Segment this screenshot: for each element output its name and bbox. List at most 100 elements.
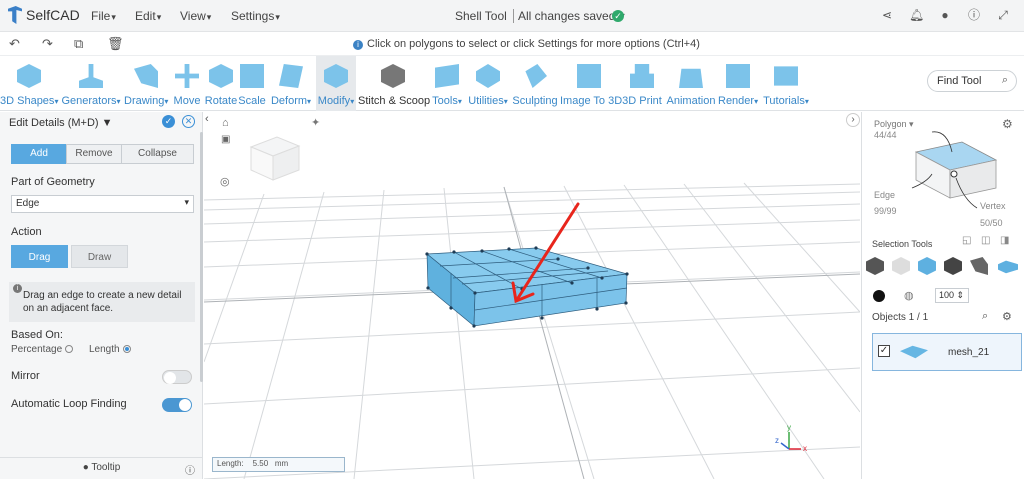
percentage-radio	[65, 345, 74, 353]
panel-scrollbar[interactable]	[200, 132, 203, 382]
toolbar-generators[interactable]: Generators	[60, 56, 122, 111]
close-icon[interactable]: ✕	[182, 115, 195, 128]
search-icon[interactable]: ⌕	[982, 310, 988, 323]
toolbar-label: Tools	[430, 95, 464, 107]
brush-dot-icon[interactable]	[873, 290, 885, 302]
delete-icon[interactable]: 🗑︎	[107, 36, 124, 52]
toolbar-label: Animation	[666, 95, 716, 107]
select-grid-icon[interactable]	[892, 257, 910, 275]
fullscreen-icon[interactable]: ⤢	[996, 8, 1010, 22]
select-object-icon[interactable]	[944, 257, 962, 275]
drawing-icon	[134, 64, 158, 88]
loop-finding-toggle[interactable]	[162, 398, 192, 412]
draw-button[interactable]: Draw	[71, 245, 128, 268]
menu-settings[interactable]: Settings	[231, 9, 280, 23]
select-option-icon[interactable]: ◨	[1000, 235, 1009, 246]
undo-icon[interactable]: ↶	[9, 36, 20, 52]
find-tool-input[interactable]: Find Tool ⌕	[927, 70, 1017, 92]
document-title[interactable]: Shell Tool	[455, 9, 507, 23]
search-icon: ⌕	[1001, 74, 1008, 86]
collapse-right-panel-icon[interactable]: ›	[846, 113, 860, 127]
toolbar-label: Tutorials	[762, 95, 810, 107]
size-input[interactable]: 100 ⇕	[935, 288, 969, 303]
info-icon: i	[13, 284, 22, 293]
toolbar-sculpting[interactable]: Sculpting	[512, 56, 558, 111]
toolbar-deform[interactable]: Deform	[268, 56, 314, 111]
saved-check-icon: ✓	[612, 10, 624, 22]
selfcad-logo[interactable]: SelfCAD	[8, 6, 80, 24]
menu-edit[interactable]: Edit	[135, 9, 161, 23]
polygon-count: 44/44	[874, 130, 897, 140]
selection-mode-diagram[interactable]	[902, 122, 1012, 212]
select-slice-icon[interactable]	[970, 257, 988, 275]
select-option-icon[interactable]: ◱	[962, 235, 971, 246]
toolbar-stitch-scoop[interactable]: Stitch & Scoop	[358, 56, 431, 111]
confirm-check-icon[interactable]: ✓	[162, 115, 175, 128]
brush-pattern-icon[interactable]: ◍	[904, 289, 914, 302]
toolbar-3d-print[interactable]: 3D Print	[622, 56, 662, 111]
scene-svg[interactable]: ⌂ ▣ ◎ ✦ y x z	[204, 112, 860, 479]
toolbar-render[interactable]: Render	[718, 56, 758, 111]
toolbar-drawing[interactable]: Drawing	[124, 56, 168, 111]
share-icon[interactable]: ⋖	[880, 8, 894, 22]
save-status[interactable]: All changes saved ▾	[513, 9, 625, 23]
user-icon[interactable]: ●	[938, 8, 952, 22]
utilities-icon	[476, 64, 500, 88]
toolbar-utilities[interactable]: Utilities	[466, 56, 510, 111]
select-cube-icon[interactable]	[866, 257, 884, 275]
action-label: Action	[11, 226, 42, 238]
percentage-option[interactable]: Percentage	[11, 344, 74, 355]
select-box-icon[interactable]	[998, 260, 1018, 274]
toolbar-move[interactable]: Move	[172, 56, 202, 111]
main-toolbar: 3D ShapesGeneratorsDrawing MoveRotateScal…	[0, 56, 1024, 111]
vertex-count: 50/50	[980, 218, 1003, 228]
select-option-icon[interactable]: ◫	[981, 235, 990, 246]
toolbar-rotate[interactable]: Rotate	[204, 56, 238, 111]
drag-button[interactable]: Drag	[11, 245, 68, 268]
tooltip-footer[interactable]: ● Tooltip ⓘ	[0, 457, 203, 479]
generator-icon	[79, 64, 103, 88]
toolbar-animation[interactable]: Animation	[666, 56, 716, 111]
toolbar-tutorials[interactable]: Tutorials	[762, 56, 810, 111]
length-option[interactable]: Length	[89, 344, 131, 355]
toolbar-image-to-3d[interactable]: Image To 3D	[560, 56, 622, 111]
zoom-fit-icon: ▣	[221, 134, 230, 145]
toolbar-label: Modify	[316, 95, 356, 107]
right-panel: Polygon ▾ 44/44 ⚙ Edge 99/99 Vertex 50/5…	[861, 112, 1024, 479]
selection-tool-row	[866, 257, 1024, 277]
length-input[interactable]: Length: 5.50 mm	[212, 457, 345, 472]
geometry-select[interactable]: Edge	[11, 195, 194, 213]
vertex-label: Vertex	[980, 201, 1006, 211]
mirror-toggle[interactable]	[162, 370, 192, 384]
panel-title: Edit Details (M+D) ▼	[9, 117, 113, 129]
based-on-label: Based On:	[11, 329, 63, 341]
settings-gear-icon[interactable]: ⚙	[1002, 310, 1012, 323]
tip-box: i Drag an edge to create a new detail on …	[9, 282, 195, 322]
redo-icon[interactable]: ↷	[42, 36, 53, 52]
toolbar-modify[interactable]: Modify	[316, 56, 356, 111]
view-cube[interactable]	[249, 136, 301, 181]
deform-icon	[279, 64, 303, 88]
object-list-item[interactable]: ✓ mesh_21	[872, 333, 1022, 371]
info-icon[interactable]: ⓘ	[967, 8, 981, 22]
tab-add[interactable]: Add	[11, 144, 67, 164]
3d-viewport[interactable]: ⌂ ▣ ◎ ✦ y x z Length: 5.50 mm	[204, 112, 860, 479]
hint-bar: ↶ ↷ ⧉ 🗑︎ i Click on polygons to select or…	[0, 32, 1024, 56]
tab-remove[interactable]: Remove	[66, 144, 122, 164]
toolbar-tools[interactable]: Tools	[430, 56, 464, 111]
svg-text:x: x	[803, 444, 807, 453]
toolbar-label: Drawing	[124, 95, 168, 107]
visibility-checkbox[interactable]: ✓	[878, 345, 890, 357]
logo-icon	[8, 6, 22, 24]
tab-collapse[interactable]: Collapse	[121, 144, 194, 164]
select-face-icon[interactable]	[918, 257, 936, 275]
tools-icon	[435, 64, 459, 88]
toolbar-scale[interactable]: Scale	[238, 56, 266, 111]
viewport-left-arrow-icon[interactable]: ‹	[205, 113, 209, 125]
toolbar-label: Stitch & Scoop	[358, 95, 431, 107]
menu-file[interactable]: File	[91, 9, 116, 23]
notification-bell-icon[interactable]: 🔔︎	[909, 8, 924, 22]
menu-view[interactable]: View	[180, 9, 211, 23]
toolbar-3d-shapes[interactable]: 3D Shapes	[0, 56, 58, 111]
copy-icon[interactable]: ⧉	[74, 36, 83, 52]
